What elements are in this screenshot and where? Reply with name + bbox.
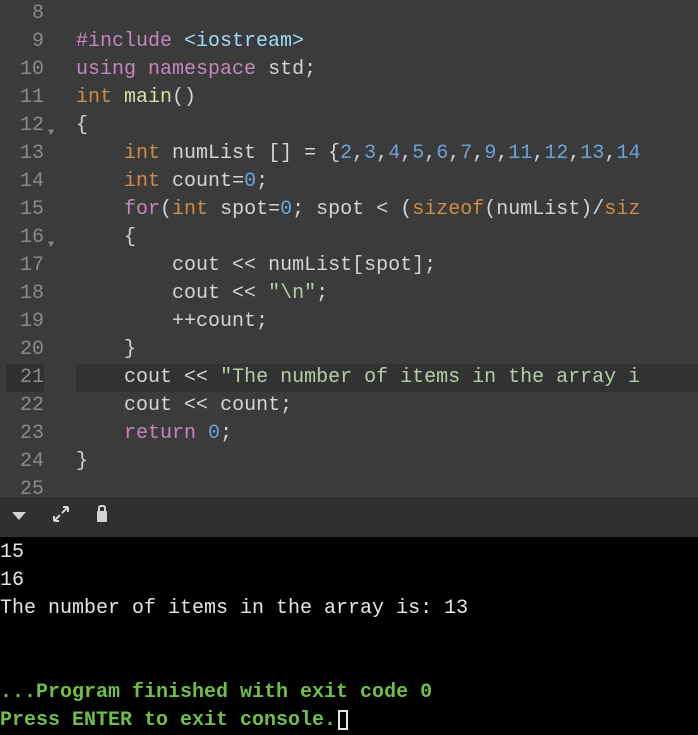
console-line: [0, 623, 698, 651]
line-number: 22: [6, 392, 44, 420]
line-number: 15: [6, 196, 44, 224]
line-number: 18: [6, 280, 44, 308]
code-line[interactable]: [76, 0, 698, 28]
line-number: 10: [6, 56, 44, 84]
code-line[interactable]: ++count;: [76, 308, 698, 336]
console-toolbar: [0, 497, 698, 537]
console-exit-line: ...Program finished with exit code 0: [0, 679, 698, 707]
code-line[interactable]: cout << "\n";: [76, 280, 698, 308]
line-number: 13: [6, 140, 44, 168]
code-line[interactable]: {: [76, 112, 698, 140]
code-line[interactable]: int count=0;: [76, 168, 698, 196]
console-prompt-line: Press ENTER to exit console.: [0, 707, 698, 735]
console-line: The number of items in the array is: 13: [0, 595, 698, 623]
console-line: 16: [0, 567, 698, 595]
code-line[interactable]: cout << count;: [76, 392, 698, 420]
line-number: 24: [6, 448, 44, 476]
console-output[interactable]: 1516The number of items in the array is:…: [0, 537, 698, 711]
line-number: 16▼: [6, 224, 44, 252]
code-line[interactable]: cout << numList[spot];: [76, 252, 698, 280]
code-line[interactable]: cout << "The number of items in the arra…: [76, 364, 698, 392]
code-line[interactable]: {: [76, 224, 698, 252]
console-line: [0, 651, 698, 679]
expand-icon[interactable]: [52, 505, 70, 530]
code-editor[interactable]: 89101112▼13141516▼171819202122232425 #in…: [0, 0, 698, 497]
code-line[interactable]: #include <iostream>: [76, 28, 698, 56]
line-number: 12▼: [6, 112, 44, 140]
code-line[interactable]: int numList [] = {2,3,4,5,6,7,9,11,12,13…: [76, 140, 698, 168]
copy-icon[interactable]: [94, 505, 110, 530]
fold-icon[interactable]: ▼: [48, 120, 54, 148]
line-number: 14: [6, 168, 44, 196]
line-number-gutter: 89101112▼13141516▼171819202122232425: [0, 0, 58, 497]
console-line: 15: [0, 539, 698, 567]
fold-icon[interactable]: ▼: [48, 232, 54, 260]
code-area[interactable]: #include <iostream>using namespace std;i…: [58, 0, 698, 497]
line-number: 20: [6, 336, 44, 364]
line-number: 11: [6, 84, 44, 112]
line-number: 19: [6, 308, 44, 336]
code-line[interactable]: int main(): [76, 84, 698, 112]
line-number: 23: [6, 420, 44, 448]
line-number: 17: [6, 252, 44, 280]
code-line[interactable]: [76, 476, 698, 497]
code-line[interactable]: }: [76, 448, 698, 476]
line-number: 8: [6, 0, 44, 28]
code-line[interactable]: }: [76, 336, 698, 364]
cursor: [338, 710, 348, 730]
code-line[interactable]: using namespace std;: [76, 56, 698, 84]
code-line[interactable]: return 0;: [76, 420, 698, 448]
line-number: 9: [6, 28, 44, 56]
line-number: 21: [6, 364, 44, 392]
code-line[interactable]: for(int spot=0; spot < (sizeof(numList)/…: [76, 196, 698, 224]
line-number: 25: [6, 476, 44, 497]
collapse-icon[interactable]: [10, 506, 28, 529]
